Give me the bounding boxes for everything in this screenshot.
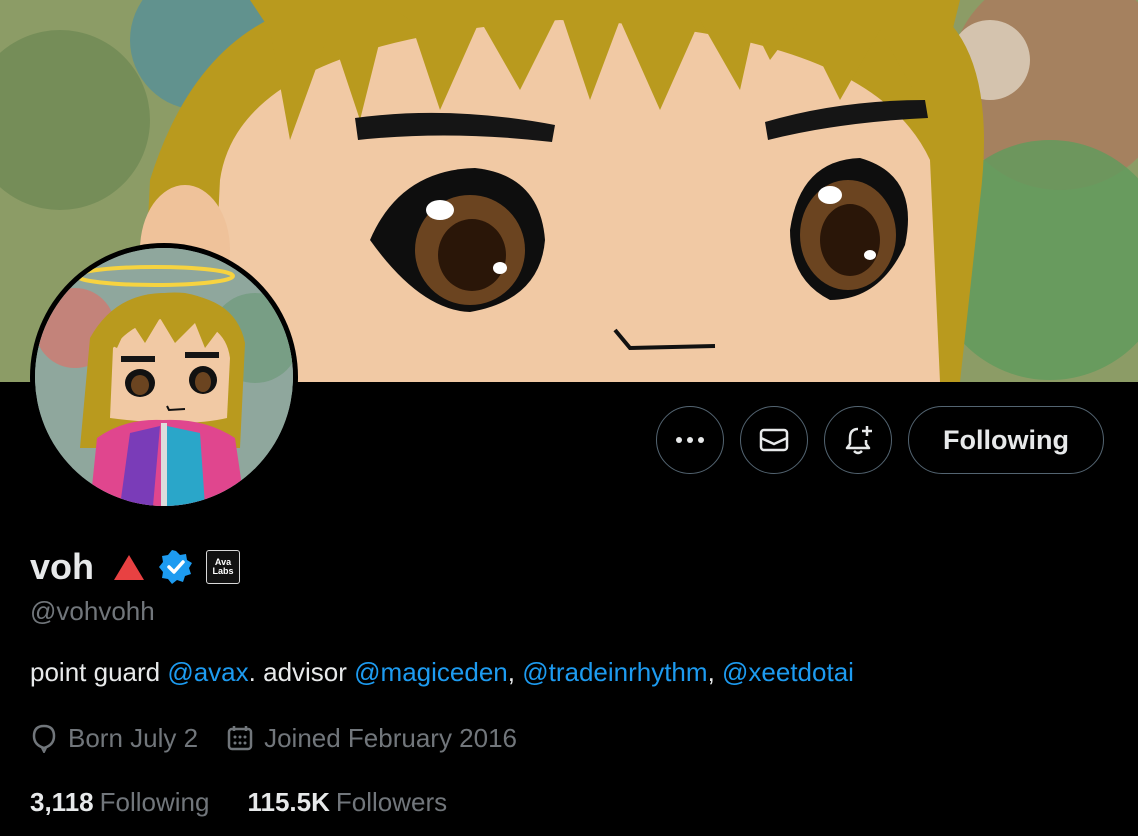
profile-avatar[interactable] — [30, 243, 298, 511]
bio-separator: , — [507, 657, 523, 687]
envelope-icon — [759, 428, 789, 452]
bio-mention-xeetdotai[interactable]: @xeetdotai — [722, 657, 854, 687]
bio-text: point guard — [30, 657, 168, 687]
followers-stat-link[interactable]: 115.5K Followers — [247, 787, 447, 818]
avatar-image — [35, 248, 293, 506]
more-horizontal-icon — [676, 437, 704, 443]
avalanche-triangle-icon — [114, 555, 145, 580]
joined-text: Joined February 2016 — [264, 722, 518, 753]
birthday-text: Born July 2 — [68, 722, 199, 753]
following-stat-link[interactable]: 3,118 Following — [30, 787, 209, 818]
calendar-icon — [227, 726, 253, 751]
profile-meta: Born July 2 Joined February 2016 — [30, 718, 545, 758]
bio-separator: , — [707, 657, 723, 687]
profile-bio: point guard @avax. advisor @magiceden, @… — [30, 657, 854, 688]
balloon-icon — [32, 724, 56, 753]
following-button[interactable]: Following — [908, 406, 1104, 474]
more-button[interactable] — [656, 406, 724, 474]
profile-stats: 3,118 Following 115.5K Followers — [30, 783, 485, 821]
following-count: 3,118 — [30, 786, 94, 817]
profile-page: Following voh Ava Labs @vohvohh point gu… — [0, 0, 1138, 836]
joined-item: Joined February 2016 — [226, 723, 517, 754]
message-button[interactable] — [740, 406, 808, 474]
bio-text: . advisor — [248, 657, 355, 687]
bio-mention-tradeinrhythm[interactable]: @tradeinrhythm — [522, 657, 707, 687]
display-name-row: voh Ava Labs — [30, 543, 241, 591]
bio-mention-magiceden[interactable]: @magiceden — [354, 657, 508, 687]
verified-badge-icon[interactable] — [158, 549, 194, 585]
profile-handle: @vohvohh — [30, 596, 155, 626]
followers-label: Followers — [335, 786, 448, 817]
following-label: Following — [99, 786, 210, 817]
notifications-button[interactable] — [824, 406, 892, 474]
affiliate-badge[interactable]: Ava Labs — [206, 550, 241, 584]
bio-mention-avax[interactable]: @avax — [167, 657, 248, 687]
bell-plus-icon — [845, 426, 872, 455]
followers-count: 115.5K — [247, 786, 330, 817]
affiliate-badge-line2: Labs — [212, 566, 234, 576]
display-name: voh — [30, 546, 95, 587]
birthday-item: Born July 2 — [30, 723, 198, 754]
